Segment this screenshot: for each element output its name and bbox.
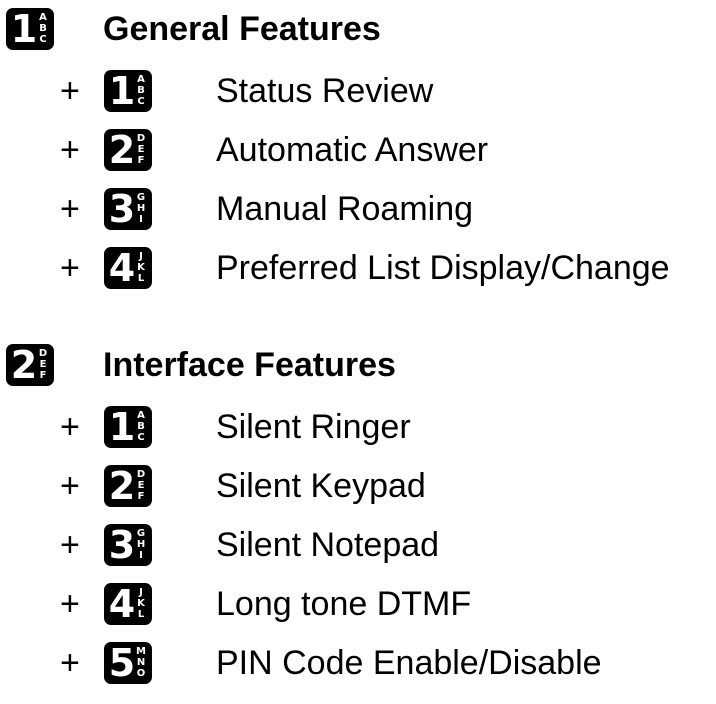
- key-letters: D E F: [38, 348, 48, 381]
- menu-item-silent-ringer[interactable]: + 1 A B C Silent Ringer: [0, 396, 716, 455]
- keypad-2-key-icon: 2 D E F: [104, 465, 152, 507]
- keypad-1-key-icon: 1 A B C: [104, 406, 152, 448]
- menu-item-preferred-list[interactable]: + 4 J K L Preferred List Display/Change: [0, 237, 716, 296]
- section-general-features: 1 A B C General Features + 1 A B C Statu…: [0, 0, 716, 296]
- plus-sign: +: [60, 644, 80, 682]
- keypad-3-key-icon: 3 G H I: [104, 524, 152, 566]
- keypad-3-key-icon: 3 G H I: [104, 188, 152, 230]
- keypad-2-key-icon: 2 D E F: [104, 129, 152, 171]
- section-header: 2 D E F Interface Features: [0, 336, 716, 396]
- keypad-4-key-icon: 4 J K L: [104, 247, 152, 289]
- plus-sign: +: [60, 467, 80, 505]
- section-title: General Features: [103, 10, 381, 48]
- menu-item-manual-roaming[interactable]: + 3 G H I Manual Roaming: [0, 178, 716, 237]
- key-digit: 1: [10, 7, 38, 51]
- menu-item-label: Manual Roaming: [216, 190, 474, 228]
- menu-item-automatic-answer[interactable]: + 2 D E F Automatic Answer: [0, 119, 716, 178]
- plus-sign: +: [60, 72, 80, 110]
- plus-sign: +: [60, 408, 80, 446]
- section-title: Interface Features: [103, 346, 396, 384]
- plus-sign: +: [60, 190, 80, 228]
- menu-item-label: Preferred List Display/Change: [216, 249, 670, 287]
- menu-item-label: Long tone DTMF: [216, 585, 472, 623]
- keypad-1-key-icon: 1 A B C: [6, 8, 54, 50]
- menu-item-pin-code[interactable]: + 5 M N O PIN Code Enable/Disable: [0, 632, 716, 691]
- keypad-4-key-icon: 4 J K L: [104, 583, 152, 625]
- key-letters: A B C: [39, 12, 47, 45]
- key-digit: 2: [10, 343, 38, 387]
- keypad-1-key-icon: 1 A B C: [104, 70, 152, 112]
- menu-item-label: Silent Notepad: [216, 526, 440, 564]
- plus-sign: +: [60, 249, 80, 287]
- menu-item-silent-notepad[interactable]: + 3 G H I Silent Notepad: [0, 514, 716, 573]
- keypad-2-key-icon: 2 D E F: [6, 344, 54, 386]
- plus-sign: +: [60, 131, 80, 169]
- keypad-5-key-icon: 5 M N O: [104, 642, 152, 684]
- plus-sign: +: [60, 526, 80, 564]
- menu-item-label: PIN Code Enable/Disable: [216, 644, 602, 682]
- menu-item-label: Status Review: [216, 72, 434, 110]
- menu-item-silent-keypad[interactable]: + 2 D E F Silent Keypad: [0, 455, 716, 514]
- menu-item-label: Silent Keypad: [216, 467, 426, 505]
- plus-sign: +: [60, 585, 80, 623]
- menu-item-label: Silent Ringer: [216, 408, 411, 446]
- section-header: 1 A B C General Features: [0, 0, 716, 60]
- section-interface-features: 2 D E F Interface Features + 1 A B C Sil…: [0, 336, 716, 691]
- menu-item-status-review[interactable]: + 1 A B C Status Review: [0, 60, 716, 119]
- menu-item-label: Automatic Answer: [216, 131, 489, 169]
- menu-item-long-tone-dtmf[interactable]: + 4 J K L Long tone DTMF: [0, 573, 716, 632]
